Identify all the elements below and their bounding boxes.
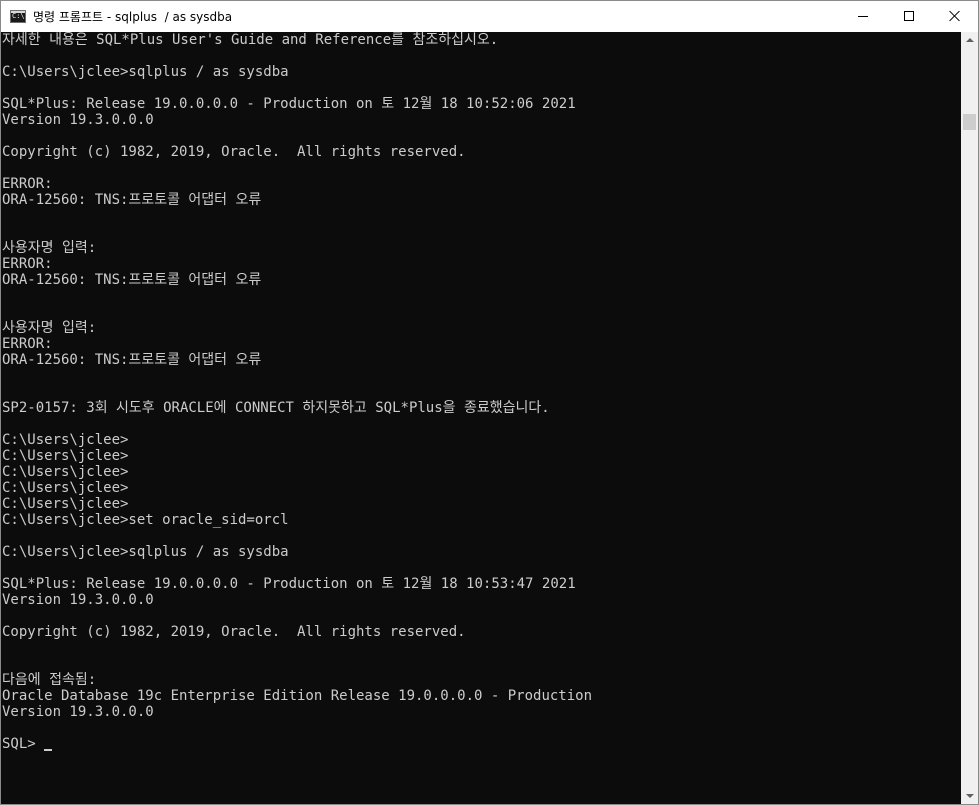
console-line: ORA-12560: TNS:프로토콜 어댑터 오류: [2, 192, 961, 208]
vertical-scrollbar[interactable]: [961, 32, 978, 804]
console-line-text: Version 19.3.0.0.0: [2, 704, 154, 720]
console-line-text: C:\Users\jclee>: [2, 496, 129, 512]
console-line: SQL*Plus: Release 19.0.0.0.0 - Productio…: [2, 576, 961, 592]
console-line-text: C:\Users\jclee>sqlplus / as sysdba: [2, 64, 289, 80]
console-line: C:\Users\jclee>: [2, 432, 961, 448]
console-output[interactable]: 자세한 내용은 SQL*Plus User's Guide and Refere…: [1, 32, 961, 804]
console-line-text: Version 19.3.0.0.0: [2, 112, 154, 128]
console-line: C:\Users\jclee>: [2, 496, 961, 512]
console-line-text: C:\Users\jclee>sqlplus / as sysdba: [2, 544, 289, 560]
console-line: Version 19.3.0.0.0: [2, 592, 961, 608]
console-line: C:\Users\jclee>: [2, 464, 961, 480]
text-cursor: [44, 749, 53, 751]
command-prompt-window: C:\ 명령 프롬프트 - sqlplus / as sysdba 자세한 내용…: [0, 0, 979, 805]
maximize-button[interactable]: [886, 1, 932, 32]
window-title: 명령 프롬프트 - sqlplus / as sysdba: [33, 10, 233, 24]
console-line: Copyright (c) 1982, 2019, Oracle. All ri…: [2, 144, 961, 160]
console-line: Copyright (c) 1982, 2019, Oracle. All ri…: [2, 624, 961, 640]
scrollbar-thumb[interactable]: [963, 114, 976, 130]
console-line: ORA-12560: TNS:프로토콜 어댑터 오류: [2, 272, 961, 288]
console-line-text: C:\Users\jclee>: [2, 480, 129, 496]
console-line: 다음에 접속됨:: [2, 672, 961, 688]
console-line-text: C:\Users\jclee>: [2, 464, 129, 480]
console-line: SQL*Plus: Release 19.0.0.0.0 - Productio…: [2, 96, 961, 112]
console-line: Oracle Database 19c Enterprise Edition R…: [2, 688, 961, 704]
console-line: 자세한 내용은 SQL*Plus User's Guide and Refere…: [2, 32, 961, 48]
console-line: C:\Users\jclee>sqlplus / as sysdba: [2, 544, 961, 560]
console-line: ERROR:: [2, 176, 961, 192]
console-line-text: C:\Users\jclee>: [2, 432, 129, 448]
sql-prompt-line: SQL>: [2, 736, 961, 752]
close-icon: [949, 10, 961, 22]
console-line-text: Copyright (c) 1982, 2019, Oracle. All ri…: [2, 624, 466, 640]
console-line: ERROR:: [2, 336, 961, 352]
console-line-text: SQL*Plus: Release 19.0.0.0.0 - Productio…: [2, 96, 576, 112]
console-line: Version 19.3.0.0.0: [2, 704, 961, 720]
console-line-text: SP2-0157: 3회 시도후 ORACLE에 CONNECT 하지못하고 S…: [2, 400, 550, 416]
close-button[interactable]: [932, 1, 978, 32]
console-line-text: ORA-12560: TNS:프로토콜 어댑터 오류: [2, 272, 262, 288]
console-line: C:\Users\jclee>sqlplus / as sysdba: [2, 64, 961, 80]
console-line: C:\Users\jclee>set oracle_sid=orcl: [2, 512, 961, 528]
chevron-down-icon: [966, 794, 974, 798]
console-line-text: 다음에 접속됨:: [2, 672, 97, 688]
scroll-up-button[interactable]: [961, 32, 978, 49]
console-line-text: 사용자명 입력:: [2, 320, 97, 336]
console-line-text: SQL*Plus: Release 19.0.0.0.0 - Productio…: [2, 576, 576, 592]
console-line: ERROR:: [2, 256, 961, 272]
scroll-down-button[interactable]: [961, 787, 978, 804]
console-line-text: ERROR:: [2, 336, 53, 352]
console-line: Version 19.3.0.0.0: [2, 112, 961, 128]
console-line-text: 자세한 내용은 SQL*Plus User's Guide and Refere…: [2, 32, 499, 48]
cmd-icon[interactable]: C:\: [10, 10, 26, 23]
maximize-icon: [904, 11, 914, 21]
console-line-text: ORA-12560: TNS:프로토콜 어댑터 오류: [2, 192, 262, 208]
console-line-text: C:\Users\jclee>set oracle_sid=orcl: [2, 512, 289, 528]
title-bar[interactable]: C:\ 명령 프롬프트 - sqlplus / as sysdba: [1, 1, 978, 32]
console-line: SP2-0157: 3회 시도후 ORACLE에 CONNECT 하지못하고 S…: [2, 400, 961, 416]
console-line: C:\Users\jclee>: [2, 448, 961, 464]
console-line-text: ERROR:: [2, 256, 53, 272]
console-line: ORA-12560: TNS:프로토콜 어댑터 오류: [2, 352, 961, 368]
console-line-text: SQL>: [2, 736, 45, 752]
console-line-text: Version 19.3.0.0.0: [2, 592, 154, 608]
console-line-text: 사용자명 입력:: [2, 240, 97, 256]
console-line-text: ORA-12560: TNS:프로토콜 어댑터 오류: [2, 352, 262, 368]
console-line: 사용자명 입력:: [2, 240, 961, 256]
console-line-text: Copyright (c) 1982, 2019, Oracle. All ri…: [2, 144, 466, 160]
minimize-icon: [858, 16, 868, 17]
minimize-button[interactable]: [840, 1, 886, 32]
console-line: 사용자명 입력:: [2, 320, 961, 336]
console-line: C:\Users\jclee>: [2, 480, 961, 496]
console-line-text: Oracle Database 19c Enterprise Edition R…: [2, 688, 593, 704]
console-line-text: ERROR:: [2, 176, 53, 192]
console-lines: 자세한 내용은 SQL*Plus User's Guide and Refere…: [1, 32, 961, 752]
console-line-text: C:\Users\jclee>: [2, 448, 129, 464]
chevron-up-icon: [966, 38, 974, 42]
